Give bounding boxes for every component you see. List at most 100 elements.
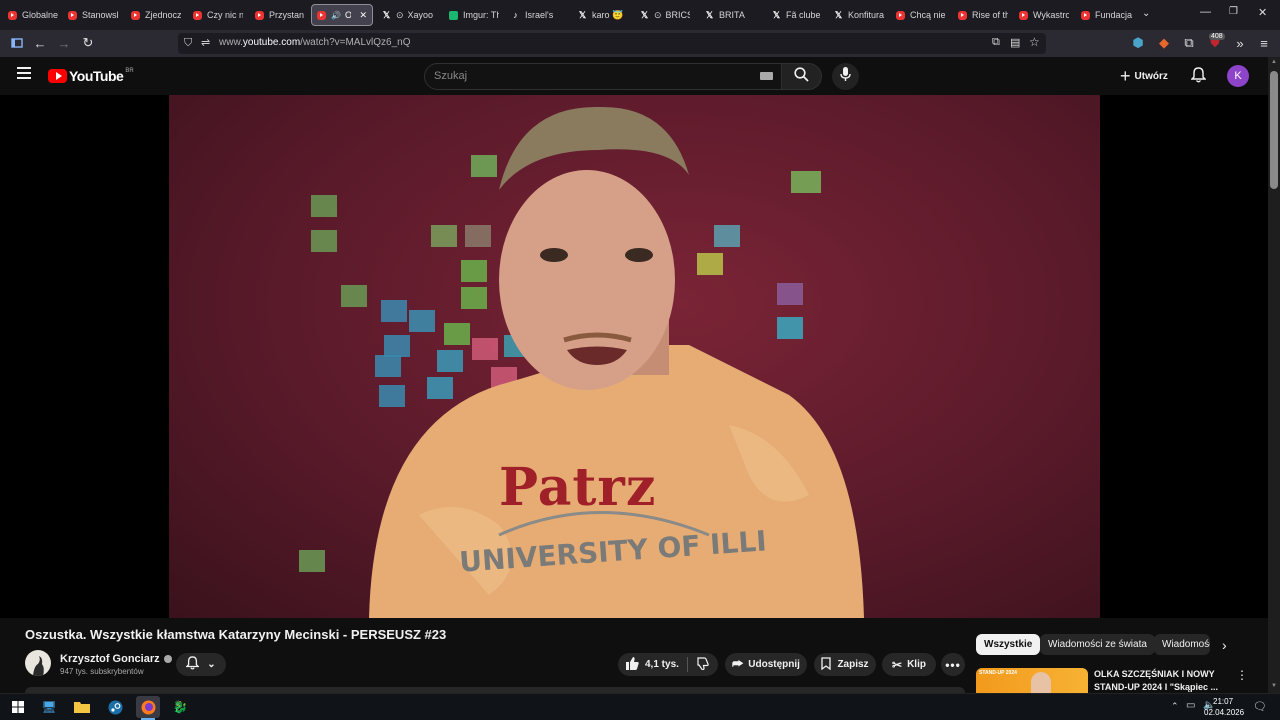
avatar[interactable]: K: [1227, 65, 1249, 87]
channel-name[interactable]: Krzysztof Gonciarz: [60, 653, 172, 665]
save-button[interactable]: Zapisz: [814, 653, 876, 676]
video-player[interactable]: Patrz UNIVERSITY OF ILLI: [0, 95, 1268, 618]
taskbar-time[interactable]: 21:07: [1213, 697, 1233, 706]
scroll-down-arrow-icon[interactable]: ▼: [1271, 683, 1277, 689]
chip-world-news[interactable]: Wiadomości ze świata: [1040, 634, 1155, 655]
browser-tab-label: Konfitura: [848, 10, 884, 20]
extensions-puzzle-icon[interactable]: ⧉: [1181, 35, 1197, 51]
chip-next-chevron-icon[interactable]: ›: [1222, 637, 1227, 653]
overflow-chevron-icon[interactable]: »: [1232, 35, 1248, 51]
search-input[interactable]: Szukaj: [424, 63, 782, 90]
computer-icon[interactable]: 🖥: [40, 698, 58, 716]
notifications-icon[interactable]: 🗨: [1253, 700, 1267, 713]
bell-icon: [185, 656, 200, 673]
file-explorer-icon[interactable]: [73, 698, 91, 716]
forward-icon[interactable]: →: [56, 35, 72, 51]
tracking-shield-icon[interactable]: ⛉: [184, 37, 192, 50]
minimize-icon[interactable]: —: [1200, 6, 1211, 18]
video-frame[interactable]: Patrz UNIVERSITY OF ILLI: [169, 95, 1100, 618]
scroll-up-arrow-icon[interactable]: ▲: [1271, 59, 1277, 65]
scrollbar-thumb[interactable]: [1270, 71, 1278, 189]
browser-tab[interactable]: 𝕏 ⊙ Xayoo: [382, 4, 435, 26]
bookmark-star-icon[interactable]: ☆: [1029, 35, 1040, 49]
browser-tab[interactable]: 𝕏 Fã clube: [772, 4, 820, 26]
browser-tab[interactable]: Stanowsk: [68, 4, 118, 26]
close-tab-icon[interactable]: ✕: [359, 10, 367, 21]
taskbar-date[interactable]: 02.04.2026: [1204, 708, 1244, 717]
tab-audio-icon[interactable]: 🔊: [331, 11, 341, 20]
site-permissions-icon[interactable]: ⇌: [201, 36, 210, 49]
recommended-video-title[interactable]: OLKA SZCZĘŚNIAK I NOWY STAND-UP 2024 I "…: [1094, 668, 1222, 694]
browser-tab-strip: Globalne Stanowsk Zjednocz Czy nic n Przysta…: [0, 0, 1280, 30]
browser-tab[interactable]: 𝕏 BRITA: [705, 4, 755, 26]
steam-icon[interactable]: [106, 698, 124, 716]
guide-menu-icon[interactable]: [17, 66, 31, 84]
browser-tab-label: Xayoo: [407, 10, 434, 20]
subscription-bell-button[interactable]: ⌄: [176, 653, 226, 676]
windows-start-icon[interactable]: [9, 698, 27, 716]
more-actions-button[interactable]: •••: [941, 653, 965, 676]
network-icon[interactable]: ▭: [1186, 700, 1195, 711]
youtube-icon: [131, 10, 140, 20]
reader-view-icon[interactable]: ▤: [1010, 36, 1020, 49]
share-button[interactable]: ⮫ Udostępnij: [725, 653, 807, 676]
windows-taskbar: 🖥 🐉 ⌃ ▭ 🔈 21:07 02.04.2026 🗨: [0, 693, 1280, 720]
browser-tab-label: karo 😇: [592, 9, 624, 20]
close-window-icon[interactable]: ✕: [1258, 6, 1267, 19]
clip-button[interactable]: ✂ Klip: [882, 653, 936, 676]
chip-all[interactable]: Wszystkie: [976, 634, 1041, 655]
x-icon: 𝕏: [705, 9, 714, 20]
app-menu-icon[interactable]: ≡: [1256, 35, 1272, 51]
shield-extension-icon[interactable]: ⬢: [1130, 35, 1146, 51]
chip-news[interactable]: Wiadomości: [1154, 634, 1210, 655]
address-bar[interactable]: ⛉ ⇌ www.youtube.com/watch?v=MALvlQz6_nQ …: [178, 33, 1046, 54]
browser-tab[interactable]: 𝕏 ⊙BRICS: [640, 4, 690, 26]
reload-icon[interactable]: ↻: [80, 35, 96, 51]
like-count: 4,1 tys.: [645, 659, 679, 670]
browser-tab[interactable]: Imgur: Th: [449, 4, 499, 26]
browser-tab[interactable]: Wykastro: [1019, 4, 1069, 26]
youtube-icon: [1081, 10, 1090, 20]
picture-in-picture-icon[interactable]: ⧉: [992, 36, 1000, 49]
page-scrollbar[interactable]: ▲ ▼: [1268, 57, 1280, 693]
fox-extension-icon[interactable]: ◆: [1156, 35, 1172, 51]
browser-tab[interactable]: 𝕏 Konfitura: [834, 4, 884, 26]
browser-tab[interactable]: Przystan: [255, 4, 305, 26]
sidebar-toggle-icon[interactable]: [9, 35, 25, 51]
browser-tab[interactable]: Rise of th: [958, 4, 1008, 26]
back-icon[interactable]: ←: [32, 35, 48, 51]
thumbnail-label: STAND-UP 2024: [979, 670, 1017, 676]
firefox-icon[interactable]: [136, 696, 160, 718]
browser-tab[interactable]: 𝕏karo 😇: [578, 4, 628, 26]
browser-tab[interactable]: ♪ Israel's: [511, 4, 565, 26]
youtube-header: YouTube BR Szukaj + Utwórz K: [0, 57, 1268, 95]
youtube-logo[interactable]: YouTube BR: [48, 68, 134, 84]
browser-tab[interactable]: Fundacja: [1081, 4, 1133, 26]
scissors-icon: ✂: [892, 657, 903, 672]
channel-avatar[interactable]: [25, 650, 51, 676]
notifications-bell-icon[interactable]: [1190, 67, 1207, 88]
browser-tab[interactable]: Zjednocz: [131, 4, 181, 26]
browser-tab[interactable]: Chcą niel: [896, 4, 946, 26]
recommended-video-thumbnail[interactable]: STAND-UP 2024: [976, 668, 1088, 693]
browser-tab[interactable]: Czy nic n: [193, 4, 243, 26]
url-text[interactable]: www.youtube.com/watch?v=MALvlQz6_nQ: [219, 37, 411, 48]
chevron-down-icon: ⌄: [207, 659, 216, 670]
dislike-button[interactable]: [696, 656, 709, 673]
browser-tab-label: Imgur: Th: [463, 10, 499, 20]
app-icon[interactable]: 🐉: [171, 698, 189, 716]
browser-tab-label: Israel's: [525, 10, 554, 20]
create-button[interactable]: + Utwórz: [1120, 67, 1168, 85]
keyboard-icon[interactable]: [760, 72, 773, 80]
tab-list-chevron-icon[interactable]: ⌄: [1142, 8, 1150, 19]
restore-icon[interactable]: ❐: [1229, 6, 1238, 17]
recommendation-menu-icon[interactable]: ⋮: [1236, 668, 1248, 682]
browser-tab[interactable]: Globalne: [8, 4, 58, 26]
share-arrow-icon: ⮫: [732, 657, 744, 671]
like-button[interactable]: 4,1 tys.: [618, 656, 679, 673]
voice-search-button[interactable]: [832, 63, 859, 90]
search-button[interactable]: [781, 63, 822, 90]
like-dislike-group: 4,1 tys.: [618, 653, 718, 676]
browser-tab[interactable]: 🔊Os: ✕: [311, 4, 373, 26]
tray-overflow-icon[interactable]: ⌃: [1171, 701, 1179, 712]
